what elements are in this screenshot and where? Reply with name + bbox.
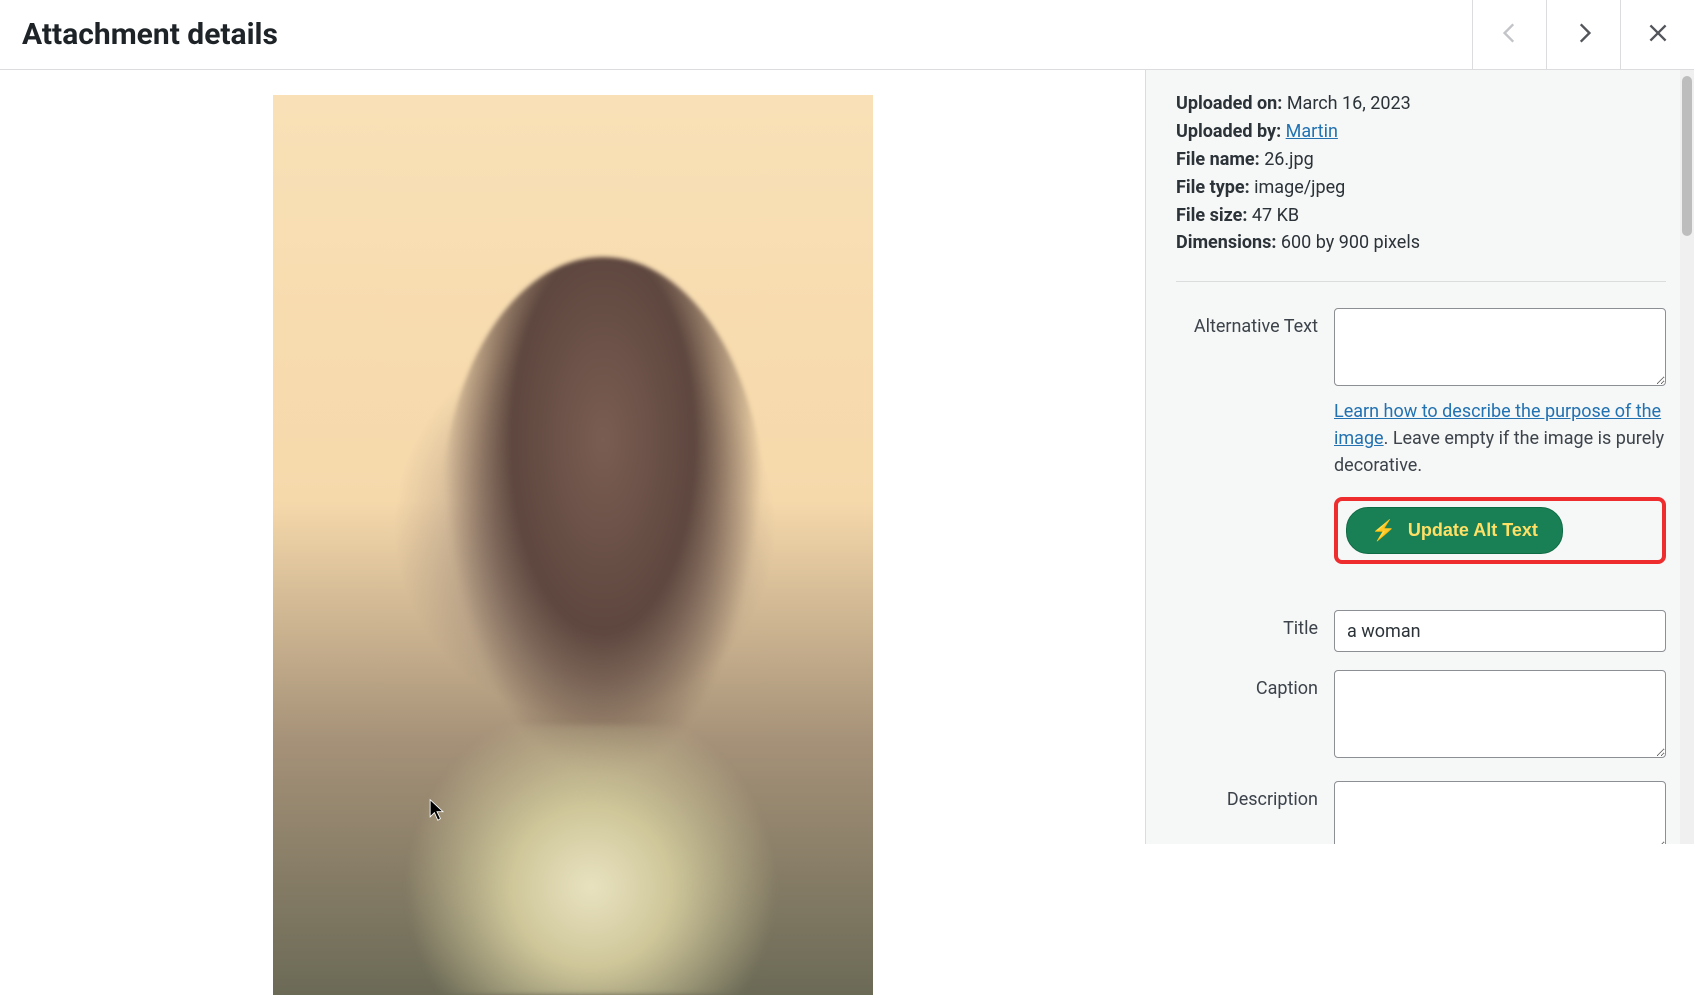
- title-input[interactable]: [1334, 610, 1666, 652]
- meta-label: Uploaded on:: [1176, 93, 1282, 114]
- preview-pane: [0, 70, 1146, 844]
- update-alt-highlight: ⚡ Update Alt Text: [1334, 497, 1666, 564]
- close-button[interactable]: [1620, 0, 1694, 69]
- attachment-details-modal: Attachment details: [0, 0, 1694, 844]
- meta-label: File size:: [1176, 205, 1247, 226]
- description-label: Description: [1176, 781, 1334, 810]
- meta-file-size: File size: 47 KB: [1176, 202, 1666, 230]
- header-nav-buttons: [1472, 0, 1694, 69]
- row-title: Title: [1176, 610, 1666, 652]
- row-description: Description: [1176, 781, 1666, 844]
- update-alt-text-label: Update Alt Text: [1408, 520, 1538, 541]
- alt-text-label: Alternative Text: [1176, 308, 1334, 337]
- row-caption: Caption: [1176, 670, 1666, 763]
- meta-uploaded-by: Uploaded by: Martin: [1176, 118, 1666, 146]
- meta-value: 47 KB: [1252, 205, 1299, 226]
- meta-uploaded-on: Uploaded on: March 16, 2023: [1176, 90, 1666, 118]
- alt-text-input[interactable]: [1334, 308, 1666, 386]
- row-alt-text: Alternative Text Learn how to describe t…: [1176, 308, 1666, 592]
- attachment-meta: Uploaded on: March 16, 2023 Uploaded by:…: [1176, 90, 1666, 257]
- meta-label: Dimensions:: [1176, 232, 1276, 253]
- title-label: Title: [1176, 610, 1334, 639]
- next-button[interactable]: [1546, 0, 1620, 69]
- meta-value: 600 by 900 pixels: [1281, 232, 1420, 253]
- chevron-right-icon: [1571, 20, 1597, 49]
- update-alt-text-button[interactable]: ⚡ Update Alt Text: [1346, 507, 1563, 554]
- divider: [1176, 281, 1666, 282]
- meta-file-type: File type: image/jpeg: [1176, 174, 1666, 202]
- meta-label: File type:: [1176, 177, 1250, 198]
- details-sidebar: Uploaded on: March 16, 2023 Uploaded by:…: [1146, 70, 1694, 844]
- close-icon: [1645, 20, 1671, 49]
- alt-help-text: Learn how to describe the purpose of the…: [1334, 398, 1666, 479]
- meta-file-name: File name: 26.jpg: [1176, 146, 1666, 174]
- lightning-icon: ⚡: [1371, 518, 1396, 543]
- meta-value: 26.jpg: [1264, 149, 1314, 170]
- caption-input[interactable]: [1334, 670, 1666, 758]
- prev-button[interactable]: [1472, 0, 1546, 69]
- uploaded-by-link[interactable]: Martin: [1286, 121, 1338, 142]
- modal-title: Attachment details: [22, 17, 278, 52]
- attachment-image: [273, 95, 873, 995]
- meta-dimensions: Dimensions: 600 by 900 pixels: [1176, 229, 1666, 257]
- modal-body: Uploaded on: March 16, 2023 Uploaded by:…: [0, 70, 1694, 844]
- scrollbar-thumb[interactable]: [1682, 76, 1692, 236]
- modal-header: Attachment details: [0, 0, 1694, 70]
- sidebar-scrollbar[interactable]: [1680, 70, 1694, 844]
- description-input[interactable]: [1334, 781, 1666, 844]
- chevron-left-icon: [1497, 20, 1523, 49]
- alt-help-suffix: . Leave empty if the image is purely dec…: [1334, 428, 1664, 476]
- meta-label: Uploaded by:: [1176, 121, 1281, 142]
- meta-value: March 16, 2023: [1287, 93, 1411, 114]
- meta-value: image/jpeg: [1254, 177, 1345, 198]
- meta-label: File name:: [1176, 149, 1260, 170]
- caption-label: Caption: [1176, 670, 1334, 699]
